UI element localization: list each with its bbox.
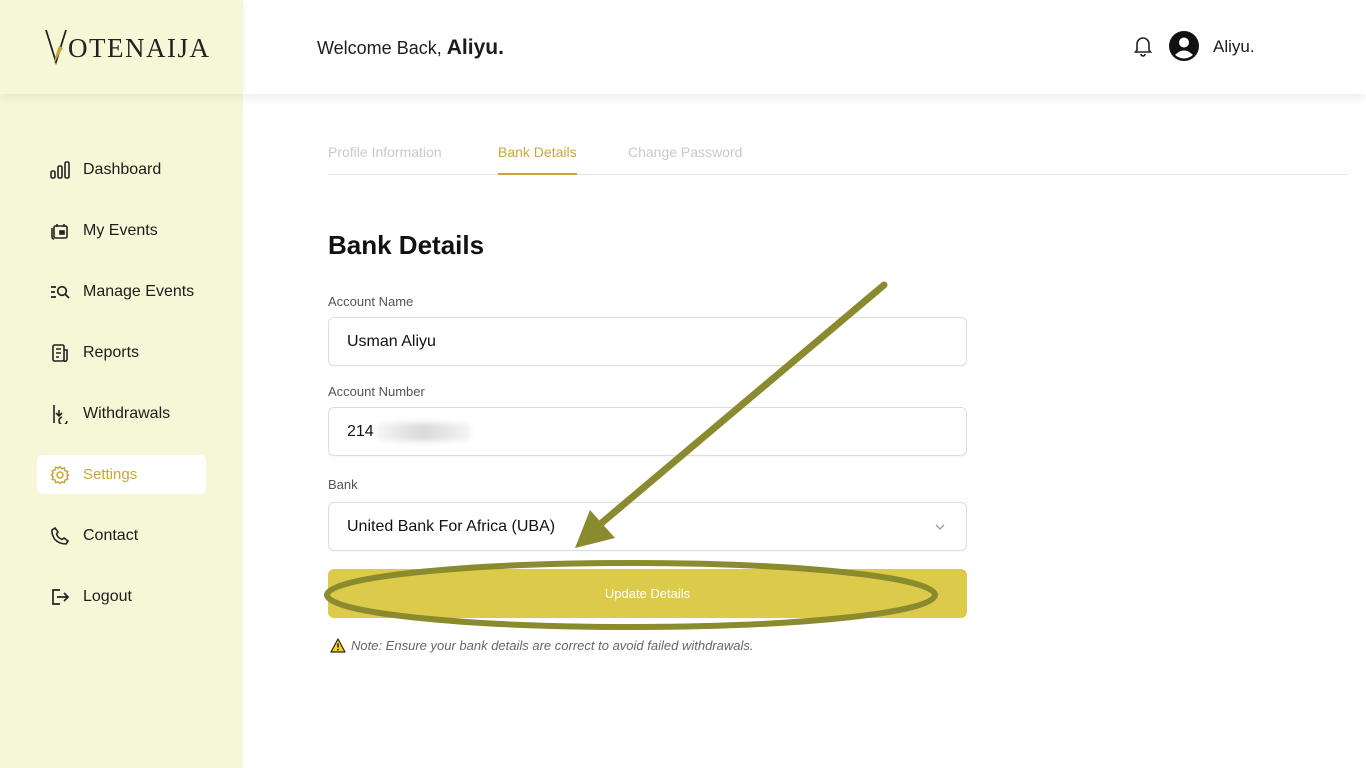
account-name-label: Account Name xyxy=(328,294,414,309)
tab-change-password[interactable]: Change Password xyxy=(628,144,742,160)
logo-text: OTENAIJA xyxy=(68,33,211,63)
note: Note: Ensure your bank details are corre… xyxy=(330,638,753,653)
user-avatar-icon[interactable] xyxy=(1169,31,1199,66)
bank-select[interactable]: United Bank For Africa (UBA) xyxy=(328,502,967,551)
welcome-message: Welcome Back, Aliyu. xyxy=(317,36,504,60)
sidebar: OTENAIJA Dashboard My Events Manage Even… xyxy=(0,0,243,768)
calendar-icon xyxy=(50,221,70,241)
sidebar-item-my-events[interactable]: My Events xyxy=(37,211,206,250)
sidebar-item-dashboard[interactable]: Dashboard xyxy=(37,150,206,189)
list-search-icon xyxy=(50,282,70,302)
account-name-field[interactable]: Usman Aliyu xyxy=(328,317,967,366)
account-number-value: 214 xyxy=(347,422,374,440)
update-details-button[interactable]: Update Details xyxy=(328,569,967,618)
account-name-value: Usman Aliyu xyxy=(347,332,436,350)
sidebar-item-label: Dashboard xyxy=(83,160,162,178)
logo-area: OTENAIJA xyxy=(0,0,243,94)
welcome-name: Aliyu. xyxy=(446,36,504,59)
withdraw-icon xyxy=(50,404,70,424)
sidebar-item-label: Reports xyxy=(83,343,140,361)
settings-tabs: Profile Information Bank Details Change … xyxy=(328,130,1348,175)
welcome-prefix: Welcome Back, xyxy=(317,38,442,58)
sidebar-nav: Dashboard My Events Manage Events Report… xyxy=(37,150,206,638)
bank-value: United Bank For Africa (UBA) xyxy=(347,517,556,535)
sidebar-item-label: Contact xyxy=(83,526,139,544)
account-number-field[interactable]: 214 xyxy=(328,407,967,456)
sidebar-item-contact[interactable]: Contact xyxy=(37,516,206,555)
chevron-down-icon xyxy=(934,520,946,538)
warning-icon xyxy=(330,638,346,653)
sidebar-item-reports[interactable]: Reports xyxy=(37,333,206,372)
account-number-label: Account Number xyxy=(328,384,425,399)
gear-icon xyxy=(50,464,70,485)
page-title: Bank Details xyxy=(328,230,485,260)
note-text: Note: Ensure your bank details are corre… xyxy=(351,638,754,653)
sidebar-item-withdrawals[interactable]: Withdrawals xyxy=(37,394,206,433)
logo[interactable]: OTENAIJA xyxy=(45,29,211,66)
bar-chart-icon xyxy=(50,160,70,180)
bank-label: Bank xyxy=(328,477,358,492)
sidebar-item-label: Settings xyxy=(83,466,138,483)
redacted-digits xyxy=(375,422,471,441)
sidebar-item-label: Logout xyxy=(83,587,132,605)
sidebar-item-manage-events[interactable]: Manage Events xyxy=(37,272,206,311)
sidebar-item-label: Manage Events xyxy=(83,282,195,300)
tab-bank-details[interactable]: Bank Details xyxy=(498,144,577,175)
sidebar-item-label: Withdrawals xyxy=(83,404,171,422)
document-icon xyxy=(50,343,70,363)
sidebar-item-logout[interactable]: Logout xyxy=(37,577,206,616)
logout-icon xyxy=(50,587,70,607)
phone-icon xyxy=(50,526,70,546)
sidebar-item-label: My Events xyxy=(83,221,158,239)
top-bar: Welcome Back, Aliyu. Aliyu. xyxy=(243,0,1366,94)
bell-icon[interactable] xyxy=(1133,35,1153,62)
logo-v-mark xyxy=(45,29,67,66)
username[interactable]: Aliyu. xyxy=(1213,37,1255,57)
tab-profile-information[interactable]: Profile Information xyxy=(328,144,442,160)
sidebar-item-settings[interactable]: Settings xyxy=(37,455,206,494)
